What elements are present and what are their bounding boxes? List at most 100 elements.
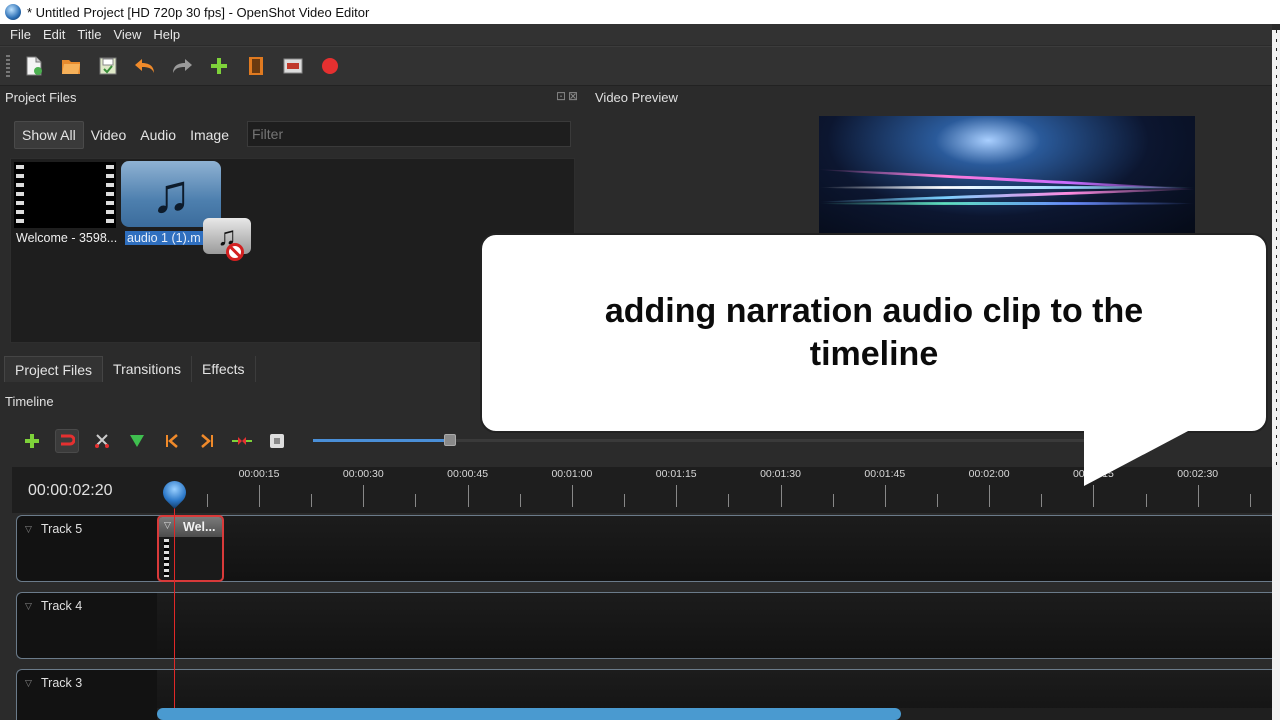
track-collapse-icon[interactable]: ▽ [25, 678, 32, 689]
ruler-major-tick [363, 485, 364, 507]
project-files-title: Project Files [5, 90, 77, 105]
ruler-minor-tick [415, 494, 416, 507]
ruler-major-tick [781, 485, 782, 507]
ruler-major-tick [1093, 485, 1094, 507]
timeline-title: Timeline [5, 394, 54, 409]
add-marker-icon[interactable] [125, 429, 149, 453]
fullscreen-icon[interactable] [279, 52, 307, 80]
tab-effects[interactable]: Effects [192, 356, 256, 382]
track-name: Track 3 [41, 676, 83, 690]
snapping-magnet-icon[interactable] [55, 429, 79, 453]
redo-icon[interactable] [168, 52, 196, 80]
tab-project-files[interactable]: Project Files [4, 356, 104, 382]
window-edge-ticks [1276, 30, 1277, 470]
playhead-line[interactable] [174, 505, 175, 720]
ruler-label: 00:00:15 [238, 468, 280, 480]
filter-image-button[interactable]: Image [183, 122, 236, 148]
ruler-minor-tick [728, 494, 729, 507]
filter-video-button[interactable]: Video [84, 122, 134, 148]
add-track-icon[interactable] [20, 429, 44, 453]
video-preview-frame [819, 116, 1195, 238]
menu-file[interactable]: File [0, 27, 37, 42]
ruler-minor-tick [937, 494, 938, 507]
previous-marker-icon[interactable] [160, 429, 184, 453]
ruler-label: 00:01:30 [760, 468, 801, 480]
ruler-label: 00:00:45 [447, 468, 489, 480]
export-film-icon[interactable] [242, 52, 270, 80]
filter-audio-button[interactable]: Audio [133, 122, 183, 148]
ruler-minor-tick [207, 494, 208, 507]
ruler-major-tick [885, 485, 886, 507]
center-on-playhead-icon[interactable] [230, 429, 254, 453]
ruler-major-tick [1198, 485, 1199, 507]
menu-view[interactable]: View [107, 27, 147, 42]
track-name: Track 4 [41, 599, 83, 613]
video-file-thumbnail[interactable] [14, 162, 116, 228]
new-project-icon[interactable] [20, 52, 48, 80]
ruler-minor-tick [833, 494, 834, 507]
record-icon[interactable] [316, 52, 344, 80]
clip-filmstrip-icon [164, 539, 169, 577]
ruler-label: 00:01:15 [655, 468, 697, 480]
track-collapse-icon[interactable]: ▽ [25, 601, 32, 612]
timeline-clip[interactable]: ▽ Wel... [157, 515, 224, 582]
menu-title[interactable]: Title [71, 27, 107, 42]
tab-transitions[interactable]: Transitions [103, 356, 192, 382]
track-4[interactable]: ▽ Track 4 [16, 592, 1273, 659]
track-header[interactable]: ▽ Track 3 [17, 670, 157, 720]
timeline-scrollbar-thumb[interactable] [157, 708, 901, 720]
razor-scissors-icon[interactable] [90, 429, 114, 453]
callout-text: adding narration audio clip to the timel… [604, 292, 1144, 373]
menu-edit[interactable]: Edit [37, 27, 71, 42]
ruler-label: 00:02:00 [968, 468, 1010, 480]
timecode-display: 00:00:02:20 [28, 482, 113, 499]
ruler-minor-tick [1041, 494, 1042, 507]
ruler-minor-tick [1146, 494, 1147, 507]
track-header[interactable]: ▽ Track 5 [17, 516, 157, 581]
ruler-label: 00:01:00 [551, 468, 593, 480]
zoom-slider-fill [313, 439, 453, 442]
track-collapse-icon[interactable]: ▽ [25, 524, 32, 535]
open-project-icon[interactable] [57, 52, 85, 80]
audio-file-label[interactable]: audio 1 (1).m [125, 231, 203, 245]
undo-icon[interactable] [131, 52, 159, 80]
save-project-icon[interactable] [94, 52, 122, 80]
clip-title: Wel... [183, 520, 216, 534]
menu-help[interactable]: Help [147, 27, 186, 42]
zoom-slider-track[interactable] [453, 439, 1093, 442]
ruler-minor-tick [311, 494, 312, 507]
ruler-major-tick [989, 485, 990, 507]
ruler-minor-tick [624, 494, 625, 507]
video-file-label[interactable]: Welcome - 3598... [16, 231, 117, 245]
callout-tail [1084, 430, 1190, 486]
music-note-icon: ♫ [150, 164, 192, 224]
audio-file-thumbnail[interactable]: ♫ [121, 161, 221, 227]
zoom-fit-icon[interactable] [265, 429, 289, 453]
ruler-minor-tick [520, 494, 521, 507]
clip-menu-icon[interactable]: ▽ [164, 520, 171, 531]
add-files-icon[interactable] [205, 52, 233, 80]
ruler-major-tick [572, 485, 573, 507]
filter-bar: Show All Video Audio Image [14, 121, 236, 149]
track-header[interactable]: ▽ Track 4 [17, 593, 157, 658]
clip-header[interactable]: ▽ Wel... [159, 517, 222, 537]
filter-show-all-button[interactable]: Show All [14, 121, 84, 149]
ruler-minor-tick [1250, 494, 1251, 507]
ruler-major-tick [259, 485, 260, 507]
zoom-slider-handle[interactable] [444, 434, 456, 446]
next-marker-icon[interactable] [195, 429, 219, 453]
toolbar-grip[interactable] [6, 55, 10, 77]
openshot-logo-icon [5, 4, 21, 20]
window-title: * Untitled Project [HD 720p 30 fps] - Op… [27, 4, 370, 20]
timeline-toolbar [20, 428, 300, 454]
ruler-label: 00:00:30 [342, 468, 384, 480]
ruler-major-tick [676, 485, 677, 507]
filter-input[interactable] [247, 121, 571, 147]
panel-tabs: Project Files Transitions Effects [4, 356, 256, 382]
track-name: Track 5 [41, 522, 83, 536]
ruler-label: 00:01:45 [864, 468, 906, 480]
dock-float-close-icon[interactable]: ⊡⊠ [556, 89, 580, 103]
video-preview-title: Video Preview [595, 90, 678, 105]
main-toolbar [0, 46, 1272, 86]
ruler-major-tick [468, 485, 469, 507]
